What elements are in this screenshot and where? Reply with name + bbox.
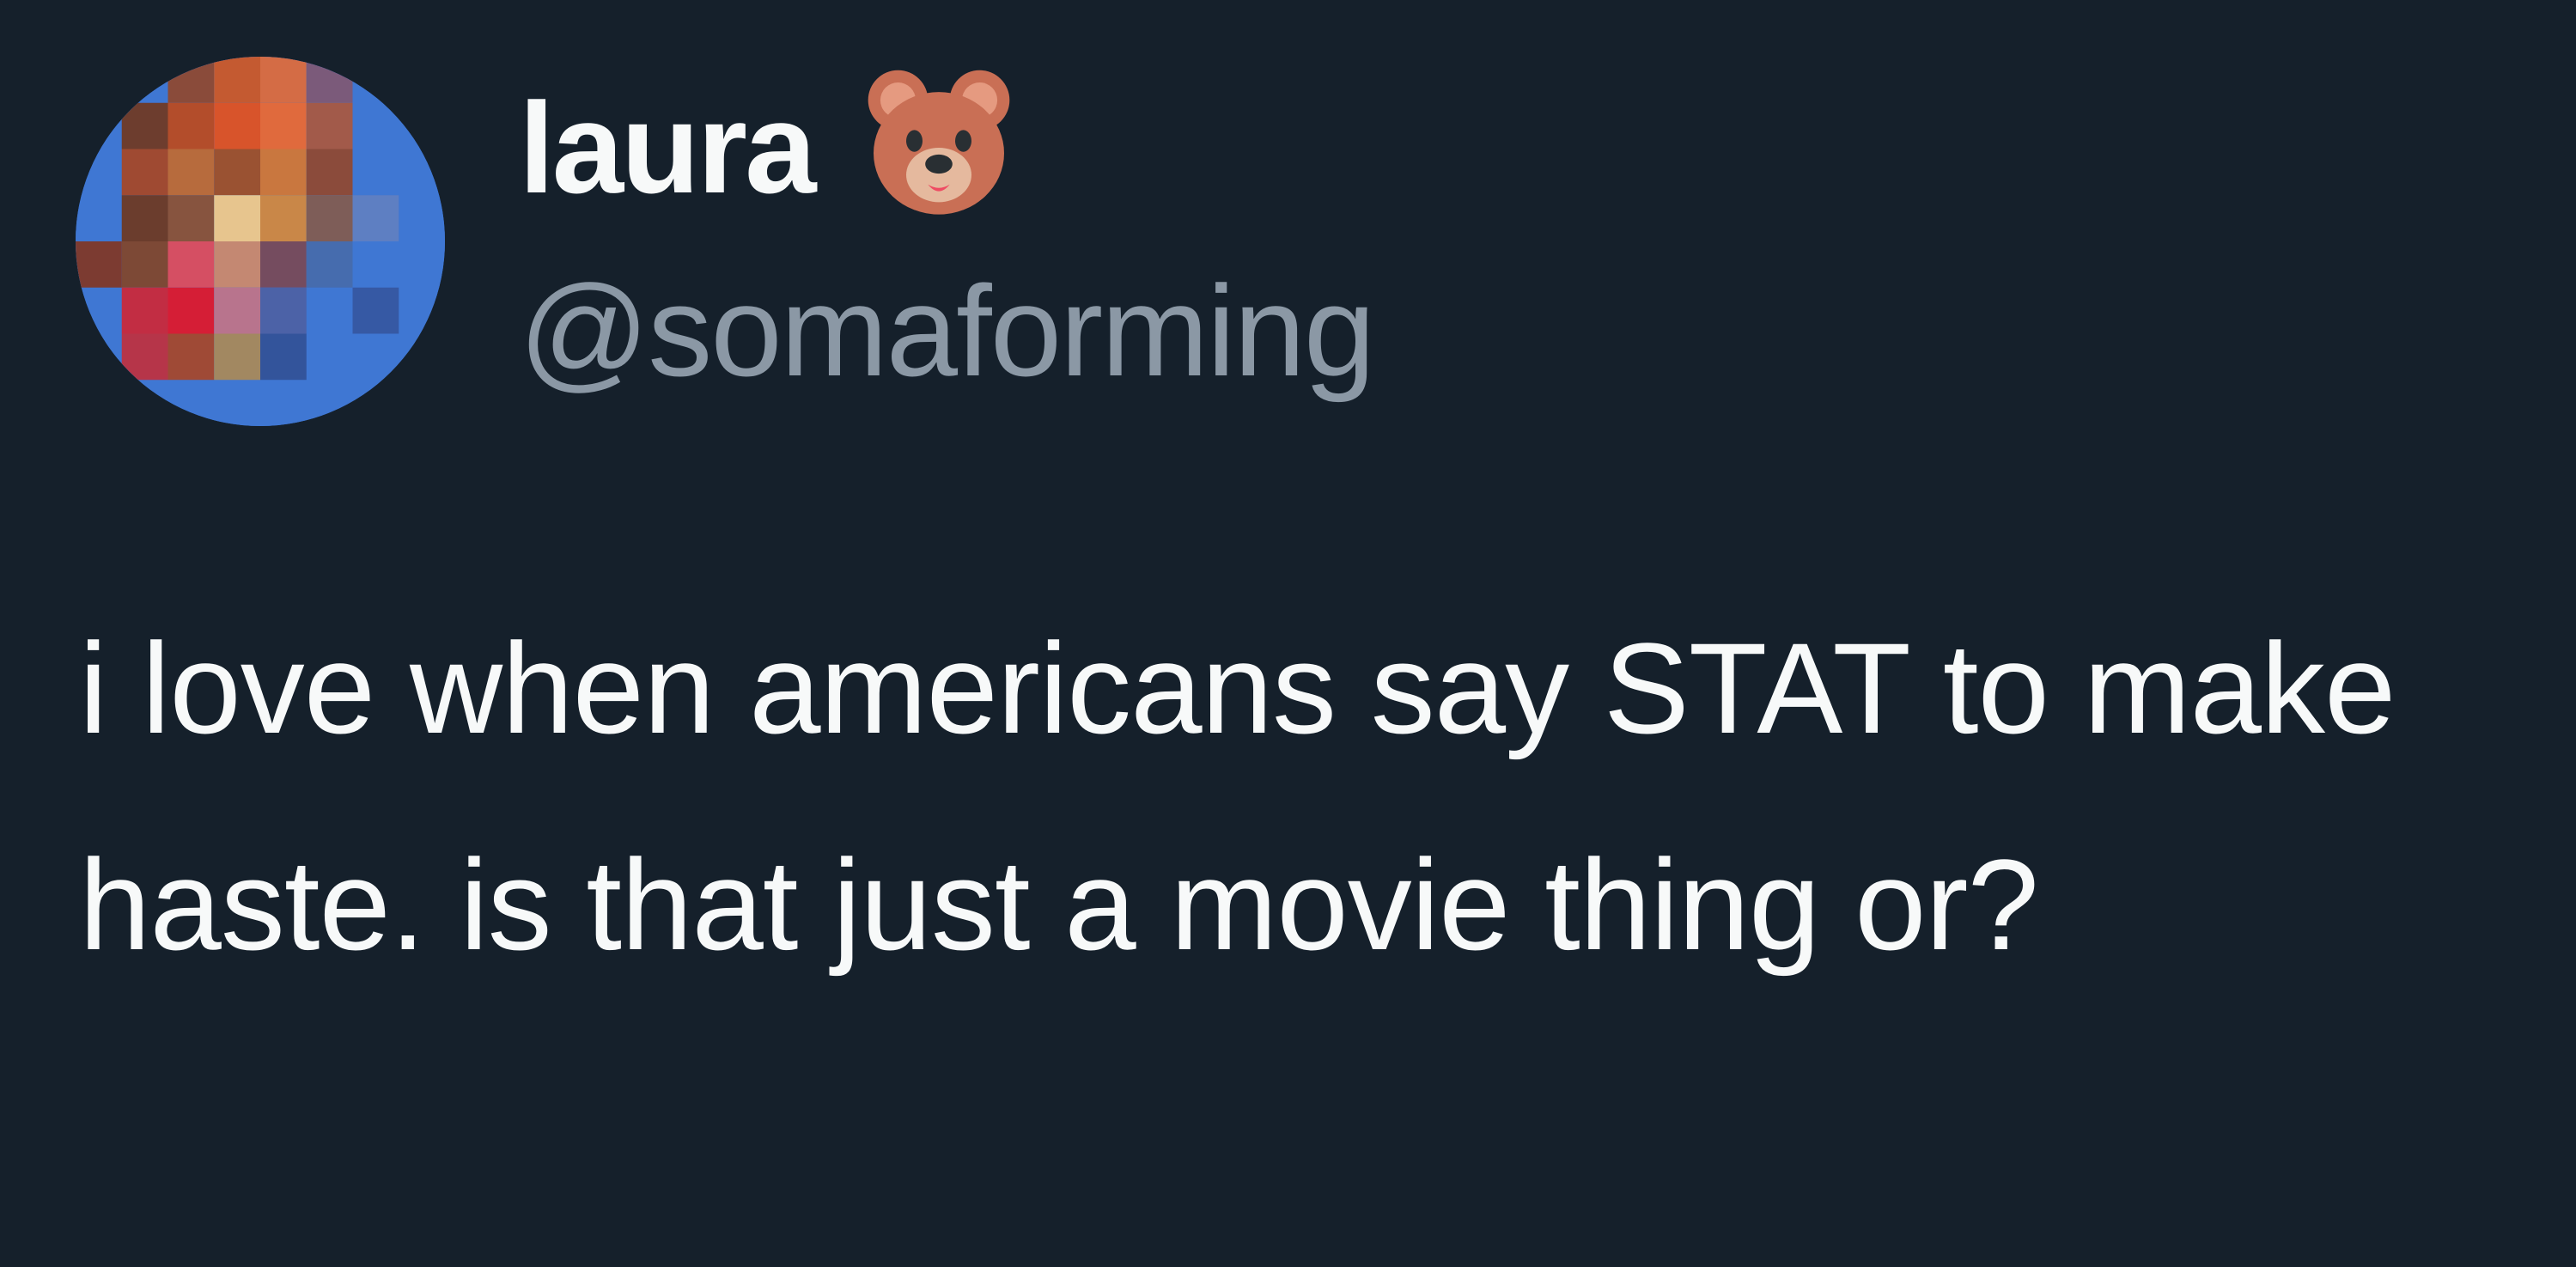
avatar[interactable] — [76, 57, 445, 426]
pixelated-avatar-image — [76, 57, 445, 426]
tweet-text: i love when americans say STAT to make h… — [79, 616, 2431, 977]
tweet-card: laura @somaforming i love when americans… — [0, 0, 2576, 1267]
bear-face-icon — [857, 66, 1020, 229]
display-name[interactable]: laura — [519, 83, 817, 212]
author-handle[interactable]: @somaforming — [519, 266, 1375, 395]
author-name-row[interactable]: laura — [519, 62, 1020, 234]
